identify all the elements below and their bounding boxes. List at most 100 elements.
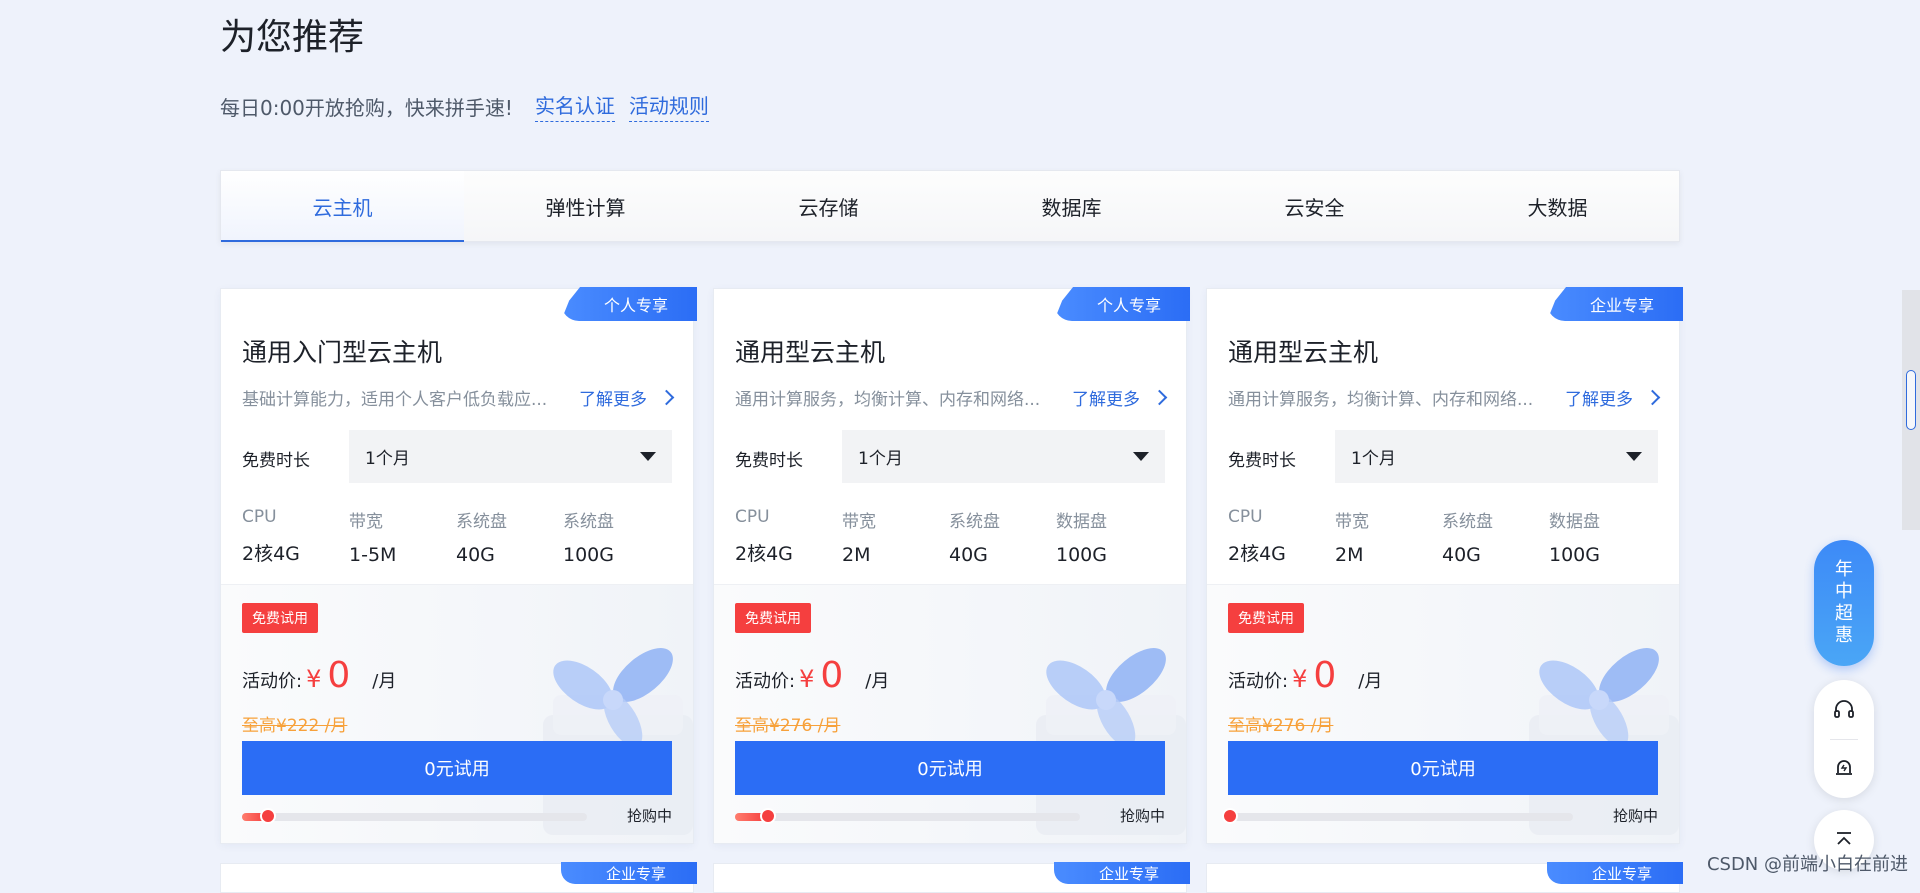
card-badge: 企业专享 [1547, 862, 1683, 884]
promo-char: 年 [1835, 559, 1853, 580]
spec-label: 系统盘 [1442, 512, 1493, 532]
spec-value: 40G [456, 544, 495, 566]
card-price-panel: 免费试用 活动价: ¥ 0 /月 至高¥276 /月 0元试用 抢购中 [714, 584, 1186, 843]
subtitle-row: 每日0:00开放抢购，快来拼手速! 实名认证 活动规则 [220, 90, 709, 122]
duration-select[interactable]: 1个月 [349, 430, 672, 483]
card-price-panel: 免费试用 活动价: ¥ 0 /月 至高¥276 /月 0元试用 抢购中 [1207, 584, 1679, 843]
spec-item: CPU 2核4G [735, 507, 842, 566]
spec-item: CPU 2核4G [242, 507, 349, 566]
progress-status: 抢购中 [626, 807, 672, 825]
spec-value: 40G [949, 544, 988, 566]
card-badge: 企业专享 [1547, 287, 1683, 321]
product-card-peek: 企业专享 [220, 862, 697, 893]
caret-down-icon [1133, 452, 1149, 461]
duration-select[interactable]: 1个月 [842, 430, 1165, 483]
bell-icon[interactable] [1832, 756, 1856, 780]
chevron-right-icon [1151, 389, 1168, 406]
tab-cloud-host[interactable]: 云主机 [221, 171, 464, 242]
learn-more-label: 了解更多 [1072, 390, 1140, 410]
tab-cloud-storage[interactable]: 云存储 [707, 171, 950, 241]
original-price: 至高¥276 /月 [735, 716, 841, 736]
spec-label: 数据盘 [1056, 512, 1107, 532]
real-name-auth-link[interactable]: 实名认证 [534, 90, 615, 122]
spec-value: 100G [1056, 544, 1107, 566]
currency-symbol: ¥ [306, 665, 322, 693]
card-desc-row: 通用计算服务，均衡计算、内存和网络... 了解更多 [735, 385, 1168, 410]
product-card: 个人专享 通用型云主机 通用计算服务，均衡计算、内存和网络... 了解更多 免费… [713, 287, 1190, 844]
headset-icon[interactable] [1832, 698, 1856, 722]
spec-value: 2核4G [242, 543, 300, 565]
stock-progress-bar [242, 808, 587, 824]
watermark: CSDN @前端小白在前进 [1706, 854, 1908, 875]
learn-more-link[interactable]: 了解更多 [1565, 385, 1661, 410]
spec-label: 系统盘 [949, 512, 1000, 532]
spec-item: 数据盘 100G [1549, 507, 1656, 566]
page-title: 为您推荐 [220, 17, 365, 58]
category-tabs: 云主机 弹性计算 云存储 数据库 云安全 大数据 [220, 170, 1680, 242]
duration-label: 免费时长 [735, 451, 803, 471]
price-label: 活动价: [735, 671, 796, 692]
spec-value: 40G [1442, 544, 1481, 566]
card-price-panel: 免费试用 活动价: ¥ 0 /月 至高¥222 /月 0元试用 抢购中 [221, 584, 693, 843]
card-desc-row: 基础计算能力，适用个人客户低负载应... 了解更多 [242, 385, 675, 410]
tab-cloud-security[interactable]: 云安全 [1193, 171, 1436, 241]
trial-button[interactable]: 0元试用 [1228, 741, 1658, 795]
spec-value: 1-5M [349, 544, 397, 566]
original-price: 至高¥276 /月 [1228, 716, 1334, 736]
spec-label: 系统盘 [456, 512, 507, 532]
spec-label: 数据盘 [1549, 512, 1600, 532]
subtitle-text: 每日0:00开放抢购，快来拼手速! [220, 95, 513, 120]
caret-down-icon [640, 452, 656, 461]
spec-item: 数据盘 100G [1056, 507, 1163, 566]
duration-select[interactable]: 1个月 [1335, 430, 1658, 483]
currency-symbol: ¥ [799, 665, 815, 693]
tab-big-data[interactable]: 大数据 [1436, 171, 1679, 241]
price-value: 0 [327, 655, 351, 696]
fire-icon [760, 808, 777, 824]
free-trial-tag: 免费试用 [735, 603, 811, 633]
fire-icon [260, 808, 277, 824]
page-scrollbar[interactable] [1902, 290, 1920, 530]
free-trial-tag: 免费试用 [242, 603, 318, 633]
trial-button[interactable]: 0元试用 [242, 741, 672, 795]
learn-more-link[interactable]: 了解更多 [579, 385, 675, 410]
tab-database[interactable]: 数据库 [950, 171, 1193, 241]
duration-value: 1个月 [1351, 449, 1396, 469]
product-card-peek: 企业专享 [1206, 862, 1683, 893]
scrollbar-thumb[interactable] [1906, 370, 1916, 430]
price-unit: /月 [1358, 671, 1383, 692]
card-badge: 个人专享 [1054, 287, 1190, 321]
trial-button[interactable]: 0元试用 [735, 741, 1165, 795]
promo-char: 惠 [1835, 625, 1853, 646]
tab-elastic-compute[interactable]: 弹性计算 [464, 171, 707, 241]
card-desc-row: 通用计算服务，均衡计算、内存和网络... 了解更多 [1228, 385, 1661, 410]
mid-year-promo-button[interactable]: 年 中 超 惠 [1814, 540, 1874, 666]
spec-list: CPU 2核4G 带宽 2M 系统盘 40G 数据盘 100G [735, 507, 1165, 566]
duration-value: 1个月 [858, 449, 903, 469]
price-value: 0 [820, 655, 844, 696]
duration-label: 免费时长 [1228, 451, 1296, 471]
original-price: 至高¥222 /月 [242, 716, 348, 736]
spec-item: CPU 2核4G [1228, 507, 1335, 566]
spec-label: 系统盘 [563, 512, 614, 532]
spec-value: 100G [1549, 544, 1600, 566]
duration-value: 1个月 [365, 449, 410, 469]
card-title: 通用型云主机 [1228, 338, 1379, 367]
card-badge: 企业专享 [561, 862, 697, 884]
spec-value: 2M [842, 544, 871, 566]
card-desc: 基础计算能力，适用个人客户低负载应... [242, 390, 548, 410]
arrow-up-icon [1837, 832, 1851, 845]
price-row: 活动价: ¥ 0 /月 [242, 655, 396, 696]
stock-progress-bar [1222, 808, 1573, 824]
free-trial-tag: 免费试用 [1228, 603, 1304, 633]
promo-char: 中 [1835, 581, 1853, 602]
learn-more-link[interactable]: 了解更多 [1072, 385, 1168, 410]
card-desc: 通用计算服务，均衡计算、内存和网络... [735, 390, 1041, 410]
spec-label: 带宽 [1335, 512, 1369, 532]
chevron-right-icon [658, 389, 675, 406]
spec-item: 带宽 2M [1335, 507, 1442, 566]
spec-item: 系统盘 40G [949, 507, 1056, 566]
price-label: 活动价: [242, 671, 303, 692]
product-card-peek: 企业专享 [713, 862, 1190, 893]
activity-rules-link[interactable]: 活动规则 [628, 90, 709, 122]
